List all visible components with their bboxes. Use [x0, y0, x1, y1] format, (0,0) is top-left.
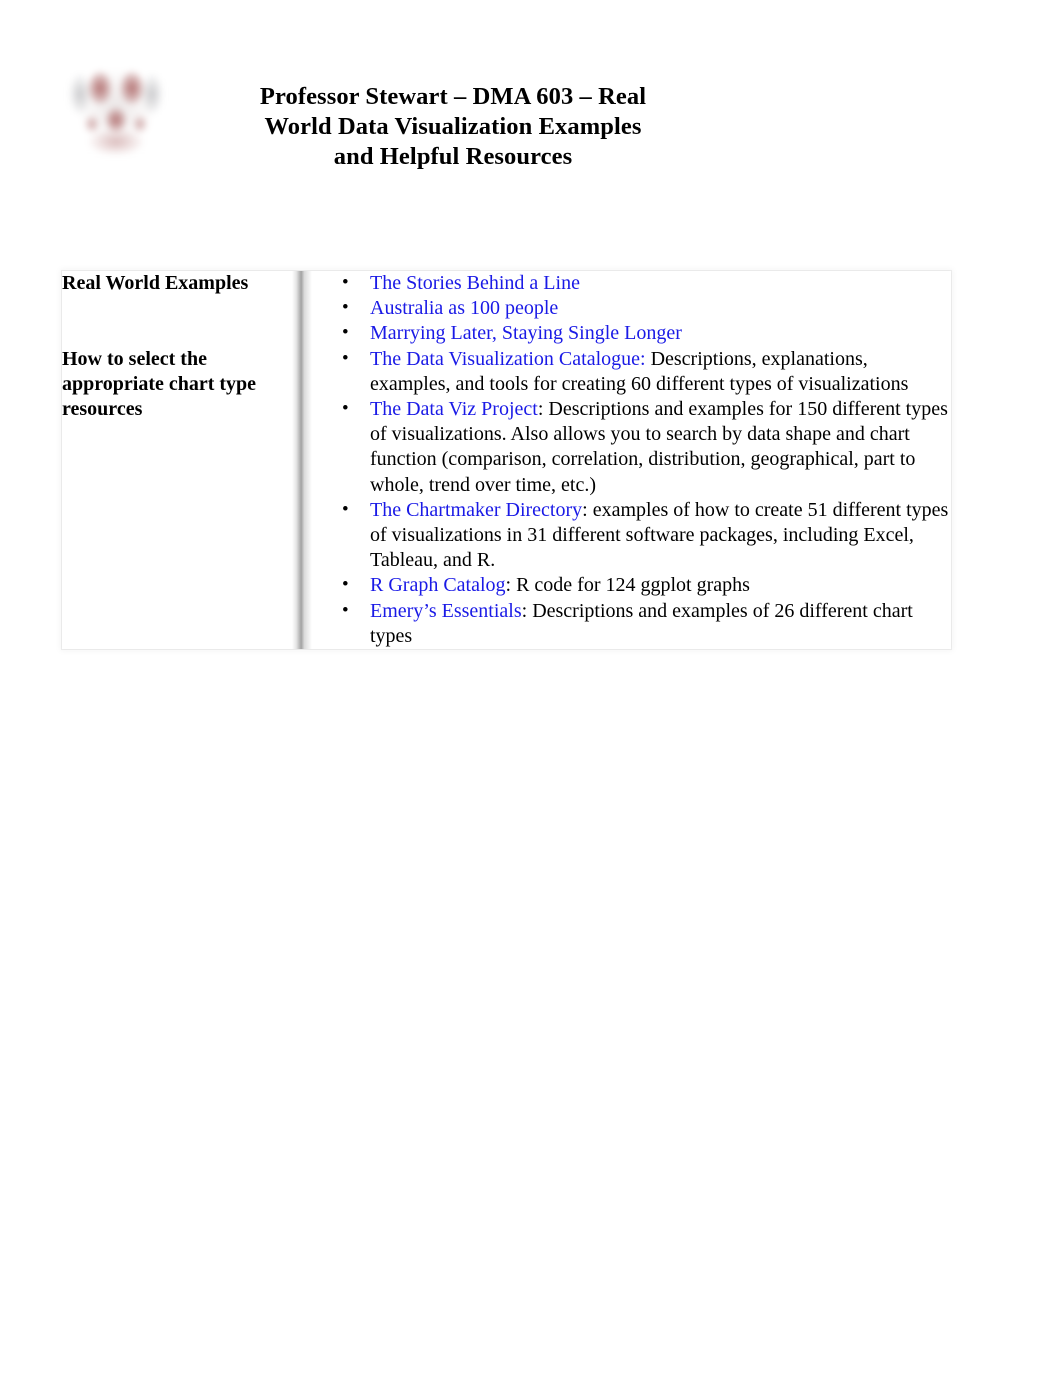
table-cell-label: How to select the appropriate chart type… — [62, 346, 312, 650]
row-label-real-world-examples: Real World Examples — [62, 272, 249, 294]
university-seal-graphic — [66, 54, 166, 158]
table-cell-items: The Stories Behind a Line Australia as 1… — [300, 270, 951, 347]
list-item: The Chartmaker Directory: examples of ho… — [336, 497, 951, 574]
table-row: How to select the appropriate chart type… — [62, 346, 951, 650]
link-the-data-visualization-catalogue[interactable]: The Data Visualization Catalogue: — [370, 348, 646, 370]
page-title-line-3: and Helpful Resources — [333, 143, 573, 170]
link-r-graph-catalog[interactable]: R Graph Catalog — [370, 574, 506, 596]
page-title-line-1: Professor Stewart – DMA 603 – Real — [259, 83, 647, 110]
page-title: Professor Stewart – DMA 603 – Real World… — [172, 46, 952, 172]
link-the-data-viz-project[interactable]: The Data Viz Project — [370, 398, 538, 420]
list-item-description: : R code for 124 ggplot graphs — [505, 574, 750, 597]
list-item: The Data Viz Project: Descriptions and e… — [336, 396, 951, 498]
resources-table: Real World Examples The Stories Behind a… — [62, 270, 951, 650]
table-cell-items: The Data Visualization Catalogue: Descri… — [300, 346, 951, 649]
link-marrying-later-staying-single-longer[interactable]: Marrying Later, Staying Single Longer — [370, 322, 682, 344]
list-item: Emery’s Essentials: Descriptions and exa… — [336, 598, 951, 649]
list-item: The Stories Behind a Line — [336, 270, 951, 296]
link-australia-as-100-people[interactable]: Australia as 100 people — [370, 297, 558, 319]
table-row: Real World Examples The Stories Behind a… — [62, 270, 951, 347]
row-label-chart-type-resources: How to select the appropriate chart type… — [62, 347, 257, 420]
list-item: Australia as 100 people — [336, 295, 951, 321]
resource-list-real-world-examples: The Stories Behind a Line Australia as 1… — [300, 270, 951, 347]
university-seal-icon — [62, 50, 172, 170]
link-the-stories-behind-a-line[interactable]: The Stories Behind a Line — [370, 272, 580, 294]
page-title-line-2: World Data Visualization Examples — [264, 113, 642, 140]
document-header: Professor Stewart – DMA 603 – Real World… — [62, 46, 952, 196]
link-emerys-essentials[interactable]: Emery’s Essentials — [370, 600, 522, 622]
list-item: The Data Visualization Catalogue: Descri… — [336, 346, 951, 397]
list-item: Marrying Later, Staying Single Longer — [336, 320, 951, 346]
list-item: R Graph Catalog: R code for 124 ggplot g… — [336, 572, 951, 598]
table-cell-label: Real World Examples — [62, 271, 312, 347]
link-the-chartmaker-directory[interactable]: The Chartmaker Directory — [370, 499, 582, 521]
resource-list-chart-type-resources: The Data Visualization Catalogue: Descri… — [300, 346, 951, 649]
